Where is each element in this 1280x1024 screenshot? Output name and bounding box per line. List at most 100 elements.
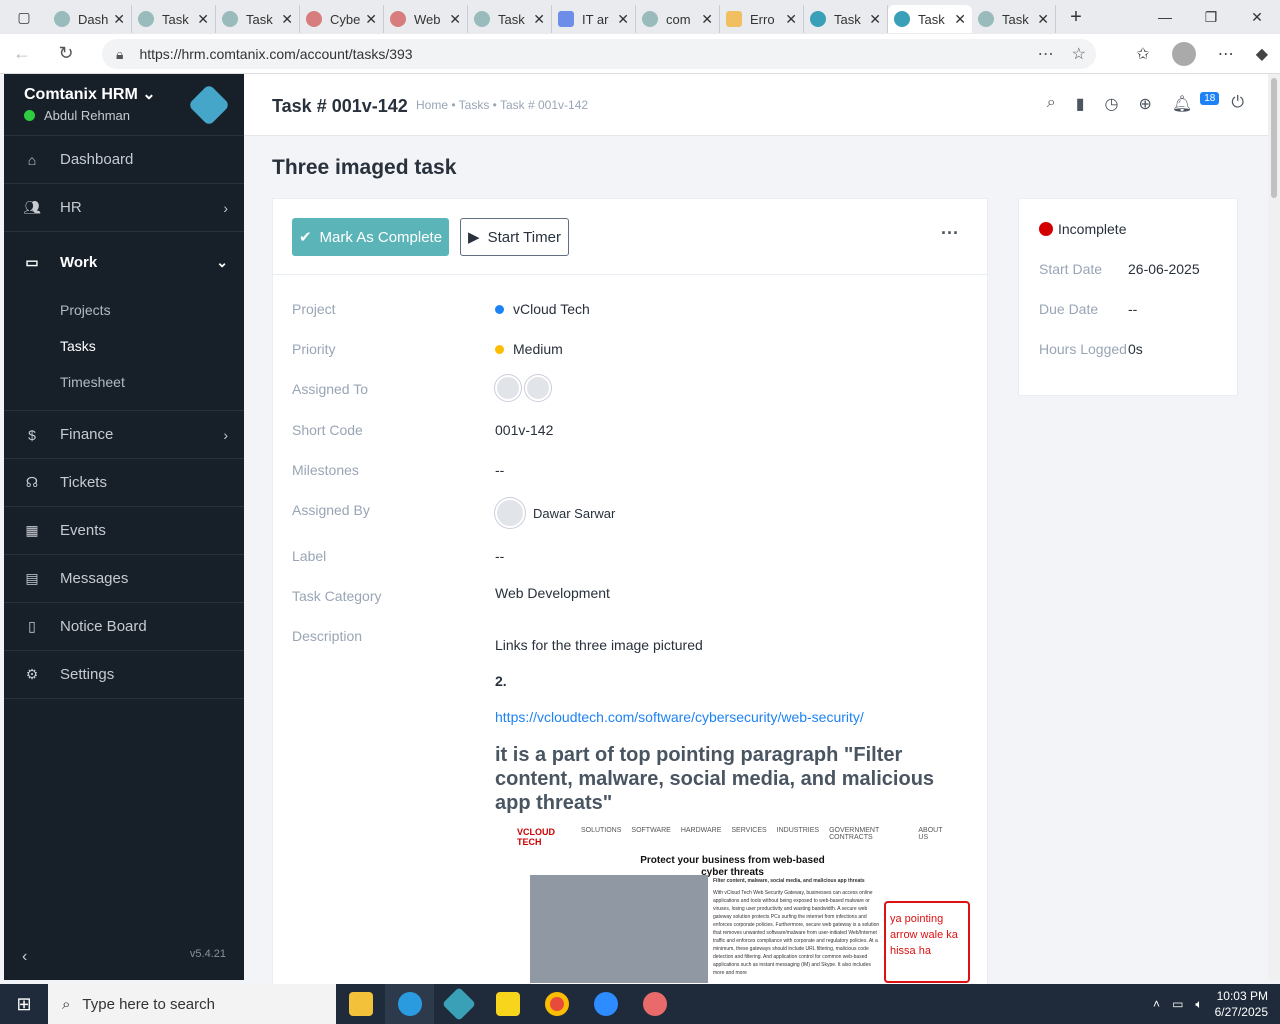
close-icon[interactable]: ✕ [1037, 11, 1049, 28]
close-window-icon[interactable]: ✕ [1234, 0, 1280, 34]
network-icon[interactable]: ▭ [1172, 997, 1183, 1011]
tab-favicon-icon [390, 11, 406, 27]
browser-tab[interactable]: IT ar ✕ [552, 5, 636, 33]
edge-icon[interactable] [385, 984, 434, 1024]
close-icon[interactable]: ✕ [113, 11, 125, 28]
window-controls: — ❐ ✕ [1142, 0, 1280, 34]
check-icon: ✔ [298, 229, 312, 246]
headset-icon: ☊ [25, 474, 39, 490]
clock-icon[interactable]: ◷ [1105, 94, 1119, 114]
close-icon[interactable]: ✕ [533, 11, 545, 28]
add-circle-icon[interactable]: ⊕ [1139, 94, 1152, 114]
back-icon[interactable]: ← [0, 43, 44, 64]
profile-avatar[interactable] [1171, 42, 1196, 66]
browser-tab[interactable]: Task ✕ [468, 5, 552, 33]
browser-tab[interactable]: Task ✕ [216, 5, 300, 33]
sticky-note-icon[interactable]: ▮ [1076, 94, 1085, 114]
start-timer-button[interactable]: ▶ Start Timer [460, 218, 569, 256]
minimize-icon[interactable]: — [1142, 0, 1188, 34]
tab-favicon-icon [54, 11, 70, 27]
close-icon[interactable]: ✕ [365, 11, 377, 28]
browser-tab[interactable]: com ✕ [636, 5, 720, 33]
mark-complete-button[interactable]: ✔ Mark As Complete [292, 218, 449, 256]
sidebar-item-messages[interactable]: ▤ Messages [4, 555, 244, 603]
volume-icon[interactable]: 🔈︎ [1195, 997, 1202, 1012]
bell-icon[interactable]: 🔔︎ 18 [1172, 92, 1220, 114]
address-bar[interactable]: 🔒︎ https://hrm.comtanix.com/account/task… [102, 39, 1096, 69]
avatar[interactable] [495, 498, 525, 528]
close-icon[interactable]: ✕ [954, 11, 966, 28]
search-icon[interactable]: ⌕ [1047, 94, 1056, 114]
page-scrollbar[interactable] [1268, 74, 1280, 980]
sidebar-item-work[interactable]: ▭ Work ⌄ [4, 232, 244, 292]
reload-icon[interactable]: ↻ [44, 43, 88, 64]
collapse-sidebar-icon[interactable]: ‹ [22, 948, 27, 966]
windows-start-icon[interactable]: ⊞ [0, 994, 48, 1015]
browser-tab[interactable]: Task ✕ [972, 5, 1056, 33]
sidebar-item-hr[interactable]: 👥︎ HR › [4, 184, 244, 232]
browser-tab[interactable]: Web ✕ [384, 5, 468, 33]
sidebar-item-timesheet[interactable]: Timesheet [4, 364, 244, 400]
avatar[interactable] [495, 375, 521, 401]
scrollbar-thumb[interactable] [1271, 78, 1277, 198]
favorite-star-icon[interactable]: ☆ [1072, 44, 1086, 64]
power-icon[interactable]: ⏻ [1231, 94, 1244, 114]
browser-tab[interactable]: Task ✕ [132, 5, 216, 33]
sidebar-item-tickets[interactable]: ☊ Tickets [4, 459, 244, 507]
sidebar-item-dashboard[interactable]: ⌂ Dashboard [4, 136, 244, 184]
breadcrumb[interactable]: Home • Tasks • Task # 001v-142 [416, 98, 588, 112]
app-version: v5.4.21 [189, 948, 226, 960]
favorites-icon[interactable]: ✩ [1136, 44, 1149, 64]
calendar-icon: ▦ [25, 522, 39, 538]
tab-favicon-icon [222, 11, 238, 27]
browser-tab[interactable]: Dash ✕ [48, 5, 132, 33]
chevron-up-icon[interactable]: ˄ [1153, 997, 1160, 1011]
sidebar-item-projects[interactable]: Projects [4, 292, 244, 328]
reader-icon[interactable]: ⋯ [1038, 44, 1054, 64]
sidebar-item-events[interactable]: ▦ Events [4, 507, 244, 555]
sidebar-item-finance[interactable]: $ Finance › [4, 411, 244, 459]
description-link[interactable]: https://vcloudtech.com/software/cybersec… [495, 709, 975, 725]
browser-tab-active[interactable]: Task ✕ [888, 5, 972, 33]
sidebar-item-notice-board[interactable]: ▯ Notice Board [4, 603, 244, 651]
zoom-icon[interactable] [581, 984, 630, 1024]
app-icon[interactable] [434, 984, 483, 1024]
restore-icon[interactable]: ❐ [1188, 0, 1234, 34]
close-icon[interactable]: ✕ [197, 11, 209, 28]
close-icon[interactable]: ✕ [785, 11, 797, 28]
copilot-icon[interactable]: ◆ [1256, 44, 1268, 64]
description-screenshot[interactable]: VCLOUD TECH SOLUTIONS SOFTWARE HARDWARE … [495, 823, 970, 983]
taskbar-search[interactable]: ⌕ Type here to search [48, 984, 336, 1024]
project-color-dot [495, 304, 504, 314]
message-icon: ▤ [25, 570, 39, 586]
more-options-icon[interactable]: ··· [941, 223, 959, 244]
tab-actions-icon[interactable]: ▢ [0, 0, 48, 34]
snipping-tool-icon[interactable] [630, 984, 679, 1024]
close-icon[interactable]: ✕ [617, 11, 629, 28]
search-icon: ⌕ [62, 995, 71, 1013]
more-options-icon[interactable]: ⋯ [1218, 44, 1234, 64]
project-link[interactable]: vCloud Tech [513, 301, 590, 317]
work-submenu: Projects Tasks Timesheet [4, 292, 244, 411]
close-icon[interactable]: ✕ [869, 11, 881, 28]
chrome-icon[interactable] [532, 984, 581, 1024]
system-tray: ˄ ▭ 🔈︎ 10:03 PM 6/27/2025 [1153, 984, 1268, 1024]
close-icon[interactable]: ✕ [701, 11, 713, 28]
online-status-icon [24, 110, 35, 121]
hours-logged-row: Hours Logged 0s [1039, 341, 1143, 357]
chevron-right-icon: › [223, 199, 228, 216]
new-tab-icon[interactable]: + [1056, 6, 1096, 29]
sidebar-item-tasks[interactable]: Tasks [4, 328, 244, 364]
close-icon[interactable]: ✕ [449, 11, 461, 28]
sticky-notes-icon[interactable] [483, 984, 532, 1024]
tab-favicon-icon [306, 11, 322, 27]
file-explorer-icon[interactable] [336, 984, 385, 1024]
browser-tab[interactable]: Task ✕ [804, 5, 888, 33]
browser-tab[interactable]: Erro ✕ [720, 5, 804, 33]
avatar[interactable] [525, 375, 551, 401]
brand-block[interactable]: Comtanix HRM ⌄ Abdul Rehman [4, 74, 244, 136]
system-clock[interactable]: 10:03 PM 6/27/2025 [1215, 988, 1268, 1020]
sidebar-item-settings[interactable]: ⚙ Settings [4, 651, 244, 699]
browser-tab[interactable]: Cybe ✕ [300, 5, 384, 33]
close-icon[interactable]: ✕ [281, 11, 293, 28]
